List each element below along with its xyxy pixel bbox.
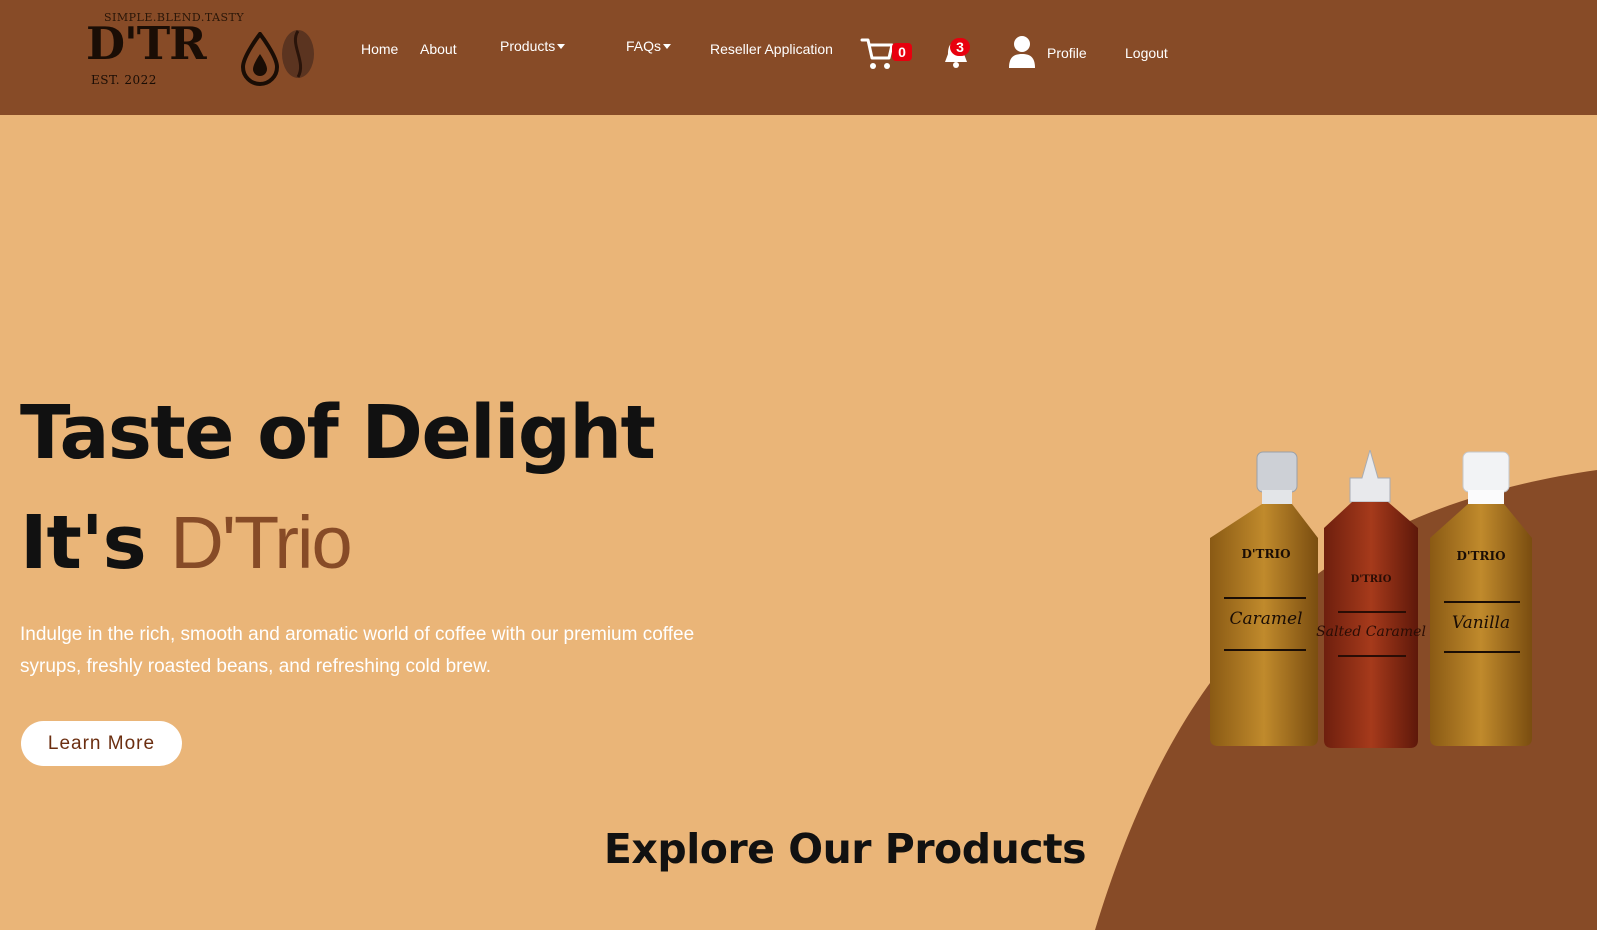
hero-description: Indulge in the rich, smooth and aromatic… xyxy=(20,624,695,677)
caramel-bottle: D'TRIO Caramel xyxy=(1210,451,1318,746)
profile-button[interactable]: Profile xyxy=(1008,35,1098,71)
coffee-bean-icon xyxy=(282,30,314,78)
bottle-label-brand: D'TRIO xyxy=(1456,549,1505,563)
navbar: SIMPLE.BLEND.TASTY D'TR EST. 2022 Home A… xyxy=(0,0,1597,115)
logo-wordmark: D'TR xyxy=(86,17,207,70)
product-bottles-image: D'TRIO Caramel D'TRIO Salted Caramel D'T… xyxy=(1210,450,1532,748)
notifications-button[interactable]: 3 xyxy=(940,38,980,72)
hero-brand-name: D'Trio xyxy=(170,501,352,584)
user-icon xyxy=(1009,36,1035,68)
cart-icon xyxy=(860,38,894,69)
nav-faqs-label: FAQs xyxy=(626,38,662,54)
nav-about[interactable]: About xyxy=(420,41,457,57)
bottle-label-flavor: Caramel xyxy=(1229,609,1302,629)
nav-faqs-dropdown[interactable]: FAQs xyxy=(626,38,672,54)
cart-button[interactable]: 0 xyxy=(860,36,916,72)
hero-title: Taste of Delight xyxy=(20,390,656,476)
logo[interactable]: SIMPLE.BLEND.TASTY D'TR EST. 2022 xyxy=(86,8,322,92)
salted-caramel-bottle: D'TRIO Salted Caramel xyxy=(1316,450,1426,748)
bottle-label-brand: D'TRIO xyxy=(1241,547,1290,561)
notification-count-badge: 3 xyxy=(950,38,970,56)
cart-count-badge: 0 xyxy=(892,43,912,61)
caret-down-icon xyxy=(557,44,566,49)
hero-subtitle: It's D'Trio xyxy=(20,506,353,581)
nav-products-dropdown[interactable]: Products xyxy=(500,38,566,54)
learn-more-button[interactable]: Learn More xyxy=(21,721,182,766)
profile-label: Profile xyxy=(1047,45,1087,61)
nav-logout[interactable]: Logout xyxy=(1125,45,1168,61)
bottle-label-flavor: Salted Caramel xyxy=(1316,624,1426,640)
logo-est: EST. 2022 xyxy=(91,73,157,87)
vanilla-bottle: D'TRIO Vanilla xyxy=(1430,451,1532,746)
nav-products-label: Products xyxy=(500,38,556,54)
nav-reseller-application[interactable]: Reseller Application xyxy=(710,41,833,57)
nav-home[interactable]: Home xyxy=(361,41,398,57)
explore-products-heading: Explore Our Products xyxy=(603,825,1087,873)
svg-text:D'TRIO: D'TRIO xyxy=(1351,574,1392,585)
caret-down-icon xyxy=(663,44,672,49)
logo-droplet-icon xyxy=(240,32,280,86)
bottle-label-flavor: Vanilla xyxy=(1452,613,1510,633)
hero-subtitle-prefix: It's xyxy=(20,500,171,586)
